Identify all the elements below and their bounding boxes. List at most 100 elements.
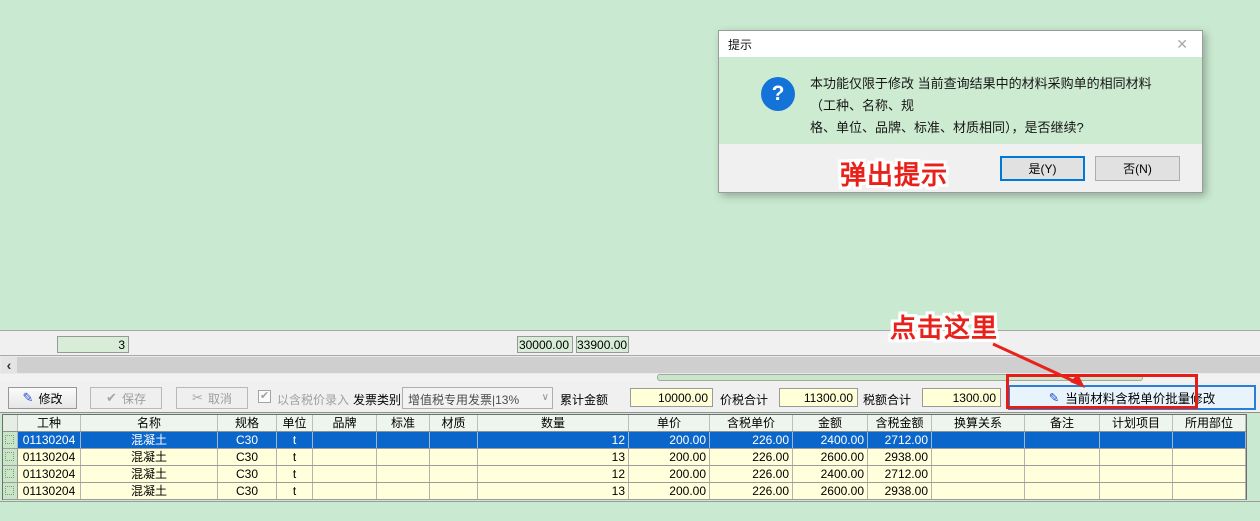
no-button[interactable]: 否(N): [1095, 156, 1180, 181]
grid-cell[interactable]: 混凝土: [81, 449, 218, 465]
grid-cell[interactable]: C30: [218, 449, 277, 465]
grid-cell[interactable]: t: [277, 466, 313, 482]
grid-cell[interactable]: 01130204: [18, 483, 81, 499]
grid-cell[interactable]: [377, 432, 430, 448]
grid-cell[interactable]: 2938.00: [868, 449, 932, 465]
grid-cell[interactable]: [1025, 466, 1100, 482]
grid-cell[interactable]: [313, 466, 377, 482]
grid-cell[interactable]: [932, 449, 1025, 465]
grid-cell[interactable]: 混凝土: [81, 466, 218, 482]
row-selector-cell[interactable]: [3, 449, 18, 465]
grid-cell[interactable]: 226.00: [710, 483, 793, 499]
cancel-button[interactable]: ✂ 取消: [176, 387, 248, 409]
grid-cell[interactable]: 12: [478, 466, 629, 482]
grid-cell[interactable]: [313, 483, 377, 499]
invoice-type-dropdown[interactable]: 增值税专用发票|13% ∨: [402, 387, 553, 409]
save-button[interactable]: ✔ 保存: [90, 387, 162, 409]
grid-cell[interactable]: [313, 432, 377, 448]
scroll-left-arrow-icon[interactable]: ‹: [1, 357, 17, 373]
dialog-titlebar[interactable]: 提示 ✕: [719, 31, 1202, 57]
grid-header-cell[interactable]: 所用部位: [1173, 415, 1246, 431]
grid-cell[interactable]: [1173, 466, 1246, 482]
row-selector-cell[interactable]: [3, 483, 18, 499]
grid-selector-header-cell[interactable]: [3, 415, 18, 431]
grid-cell[interactable]: [430, 432, 478, 448]
table-row[interactable]: 01130204混凝土C30t 12200.00226.002400.002712…: [3, 466, 1246, 483]
grid-cell[interactable]: [313, 449, 377, 465]
grid-cell[interactable]: C30: [218, 483, 277, 499]
grid-cell[interactable]: 226.00: [710, 432, 793, 448]
grid-cell[interactable]: 2938.00: [868, 483, 932, 499]
grid-cell[interactable]: [932, 483, 1025, 499]
grid-cell[interactable]: C30: [218, 432, 277, 448]
grid-cell[interactable]: [1173, 483, 1246, 499]
grid-cell[interactable]: 01130204: [18, 432, 81, 448]
grid-cell[interactable]: 200.00: [629, 483, 710, 499]
grid-cell[interactable]: [1100, 432, 1173, 448]
grid-cell[interactable]: [377, 449, 430, 465]
grid-cell[interactable]: 2712.00: [868, 432, 932, 448]
grid-cell[interactable]: [377, 466, 430, 482]
grid-header-cell[interactable]: 品牌: [313, 415, 377, 431]
grid-header-cell[interactable]: 含税单价: [710, 415, 793, 431]
grid-header-cell[interactable]: 工种: [18, 415, 81, 431]
grid-cell[interactable]: t: [277, 432, 313, 448]
grid-cell[interactable]: t: [277, 449, 313, 465]
grid-cell[interactable]: [430, 483, 478, 499]
grid-cell[interactable]: C30: [218, 466, 277, 482]
grid-header-cell[interactable]: 单价: [629, 415, 710, 431]
grid-cell[interactable]: [1173, 449, 1246, 465]
tax-included-checkbox[interactable]: ✔: [258, 390, 271, 403]
grid-cell[interactable]: 01130204: [18, 449, 81, 465]
table-row[interactable]: 01130204混凝土C30t 13200.00226.002600.002938…: [3, 483, 1246, 500]
grid-cell[interactable]: t: [277, 483, 313, 499]
grid-cell[interactable]: 200.00: [629, 449, 710, 465]
table-row[interactable]: 01130204混凝土C30t 12200.00226.002400.002712…: [3, 432, 1246, 449]
grid-cell[interactable]: [1100, 483, 1173, 499]
grid-cell[interactable]: [1025, 432, 1100, 448]
grid-header-cell[interactable]: 换算关系: [932, 415, 1025, 431]
grid-cell[interactable]: [1100, 466, 1173, 482]
grid-cell[interactable]: 2400.00: [793, 466, 868, 482]
grid-header-cell[interactable]: 数量: [478, 415, 629, 431]
grid-cell[interactable]: 2712.00: [868, 466, 932, 482]
grid-cell[interactable]: [932, 466, 1025, 482]
row-selector-cell[interactable]: [3, 466, 18, 482]
grid-cell[interactable]: 13: [478, 483, 629, 499]
grid-header-cell[interactable]: 名称: [81, 415, 218, 431]
modify-button[interactable]: ✎ 修改: [8, 387, 77, 409]
grid-header-cell[interactable]: 计划项目: [1100, 415, 1173, 431]
grid-cell[interactable]: [1025, 483, 1100, 499]
table-row[interactable]: 01130204混凝土C30t 13200.00226.002600.002938…: [3, 449, 1246, 466]
grid-cell[interactable]: 200.00: [629, 432, 710, 448]
grid-cell[interactable]: [1025, 449, 1100, 465]
grid-cell[interactable]: 01130204: [18, 466, 81, 482]
grid-cell[interactable]: 2600.00: [793, 449, 868, 465]
grid-cell[interactable]: 226.00: [710, 466, 793, 482]
grid-header-cell[interactable]: 含税金额: [868, 415, 932, 431]
grid-cell[interactable]: [932, 432, 1025, 448]
grid-cell[interactable]: 2600.00: [793, 483, 868, 499]
grid-header-cell[interactable]: 规格: [218, 415, 277, 431]
grid-cell[interactable]: [430, 449, 478, 465]
grid-cell[interactable]: 226.00: [710, 449, 793, 465]
grid-header-cell[interactable]: 金额: [793, 415, 868, 431]
grid-cell[interactable]: 2400.00: [793, 432, 868, 448]
grid-cell[interactable]: 混凝土: [81, 483, 218, 499]
grid-cell[interactable]: [430, 466, 478, 482]
cumulative-amount-field[interactable]: 10000.00: [630, 388, 713, 407]
row-selector-cell[interactable]: [3, 432, 18, 448]
grid-cell[interactable]: [1173, 432, 1246, 448]
price-tax-total-field[interactable]: 11300.00: [779, 388, 858, 407]
close-icon[interactable]: ✕: [1171, 35, 1193, 53]
grid-header-cell[interactable]: 标准: [377, 415, 430, 431]
grid-cell[interactable]: 13: [478, 449, 629, 465]
grid-cell[interactable]: 12: [478, 432, 629, 448]
grid-header-cell[interactable]: 单位: [277, 415, 313, 431]
grid-cell[interactable]: [1100, 449, 1173, 465]
grid-cell[interactable]: [377, 483, 430, 499]
grid-header-cell[interactable]: 备注: [1025, 415, 1100, 431]
grid-cell[interactable]: 200.00: [629, 466, 710, 482]
grid-cell[interactable]: 混凝土: [81, 432, 218, 448]
yes-button[interactable]: 是(Y): [1000, 156, 1085, 181]
